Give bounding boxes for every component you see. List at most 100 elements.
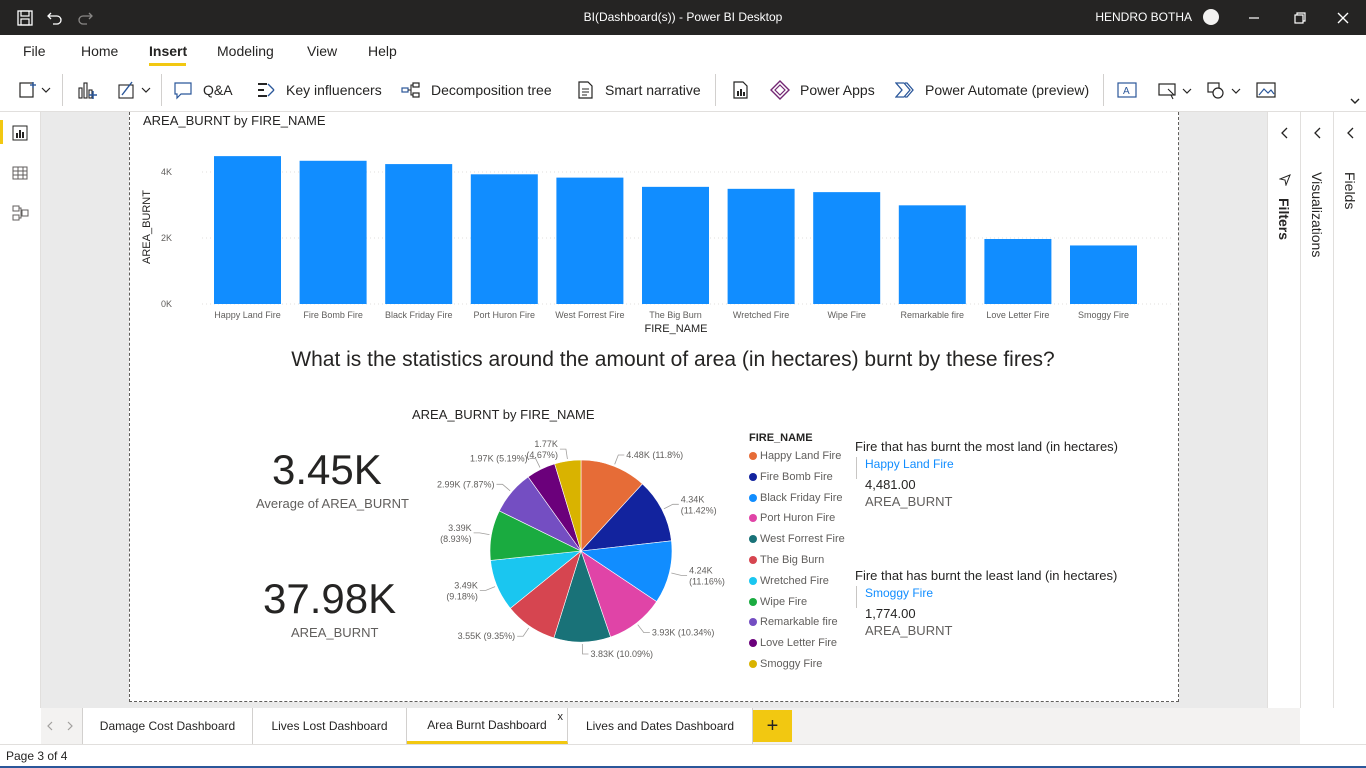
tab-close-icon[interactable]: x (558, 711, 564, 723)
pie-chart[interactable]: 4.48K (11.8%) 4.34K(11.42%) 4.24K(11.16%) 3… (420, 425, 740, 675)
most-burnt-fire-name[interactable]: Happy Land Fire (865, 457, 954, 471)
bar[interactable] (299, 160, 367, 304)
legend-item[interactable]: Wretched Fire (749, 574, 829, 588)
add-page-button[interactable]: + (753, 710, 792, 742)
bar[interactable] (470, 174, 538, 304)
model-view-icon[interactable] (11, 204, 29, 222)
smart-narrative-button[interactable]: Smart narrative (575, 78, 701, 102)
paginated-report-button[interactable] (730, 78, 750, 102)
power-apps-icon (770, 80, 790, 100)
bar[interactable] (385, 164, 453, 304)
qa-button[interactable]: Q&A (173, 78, 233, 102)
legend-item[interactable]: Love Letter Fire (749, 636, 837, 650)
bar[interactable] (984, 238, 1052, 304)
bar[interactable] (1070, 245, 1137, 304)
legend-item[interactable]: The Big Burn (749, 553, 824, 567)
legend-label: The Big Burn (760, 554, 825, 566)
menu-modeling[interactable]: Modeling (217, 43, 274, 59)
new-page-button[interactable] (18, 78, 52, 102)
key-influencers-button[interactable]: Key influencers (256, 78, 382, 102)
legend-item[interactable]: Smoggy Fire (749, 657, 822, 671)
tab-label: Lives Lost Dashboard (271, 719, 388, 733)
bar[interactable] (556, 177, 624, 304)
collapse-ribbon-icon[interactable] (1349, 96, 1361, 106)
pie-chart-title: AREA_BURNT by FIRE_NAME (412, 407, 595, 422)
legend-item[interactable]: Port Huron Fire (749, 511, 835, 525)
legend-item[interactable]: Wipe Fire (749, 595, 807, 609)
shapes-icon (1207, 82, 1241, 99)
avatar[interactable] (1203, 9, 1219, 25)
menu-home[interactable]: Home (81, 43, 118, 59)
pie-leader-line (671, 572, 688, 576)
tab-scroll-left-icon[interactable] (46, 721, 54, 731)
tab-damage-cost[interactable]: Damage Cost Dashboard (82, 708, 253, 744)
user-name[interactable]: HENDRO BOTHA (1095, 10, 1192, 24)
x-tick-label: Black Friday Fire (385, 310, 453, 320)
decomposition-tree-icon (401, 82, 420, 98)
pie-leader-line (663, 503, 679, 510)
report-view-icon[interactable] (11, 124, 29, 142)
tab-lives-and-dates[interactable]: Lives and Dates Dashboard (568, 708, 753, 744)
more-visuals-button[interactable] (116, 78, 152, 102)
text-box-button[interactable]: A (1116, 78, 1138, 102)
view-switcher (0, 112, 41, 708)
status-bar: Page 3 of 4 (0, 744, 1366, 768)
legend-item[interactable]: Black Friday Fire (749, 491, 843, 505)
chevron-left-icon[interactable] (1346, 126, 1356, 140)
chevron-left-icon[interactable] (1313, 126, 1323, 140)
menu-help[interactable]: Help (368, 43, 397, 59)
menu-insert[interactable]: Insert (149, 43, 187, 59)
data-view-icon[interactable] (11, 164, 29, 182)
legend-label: Wipe Fire (760, 595, 808, 608)
pie-data-label: 1.77K (534, 439, 558, 449)
shapes-button[interactable] (1206, 78, 1244, 102)
legend-label: Port Huron Fire (760, 512, 836, 525)
legend-item[interactable]: Happy Land Fire (749, 449, 841, 463)
minimize-icon[interactable] (1245, 9, 1263, 27)
paginated-report-icon (733, 81, 748, 99)
page-indicator: Page 3 of 4 (6, 749, 68, 763)
pie-data-label: (4.67%) (526, 450, 558, 460)
visualizations-pane[interactable]: Visualizations (1300, 112, 1333, 708)
bar[interactable] (813, 192, 881, 304)
new-visual-button[interactable] (76, 78, 98, 102)
legend-marker (749, 576, 757, 585)
bar-chart-ylabel: AREA_BURNT (141, 190, 153, 264)
decomposition-tree-button[interactable]: Decomposition tree (401, 78, 552, 102)
bar[interactable] (642, 186, 709, 304)
y-tick-label: 0K (161, 299, 172, 309)
buttons-icon (1158, 83, 1192, 100)
filters-pane[interactable]: Filters (1267, 112, 1300, 708)
legend-item[interactable]: Remarkable fire (749, 615, 838, 629)
legend-marker (749, 493, 757, 502)
close-icon[interactable] (1334, 9, 1352, 27)
x-tick-label: The Big Burn (649, 310, 702, 320)
legend-item[interactable]: West Forrest Fire (749, 532, 845, 546)
menu-file[interactable]: File (23, 43, 46, 59)
buttons-button[interactable] (1157, 78, 1195, 102)
image-button[interactable] (1255, 78, 1277, 102)
fields-pane[interactable]: Fields (1333, 112, 1366, 708)
pie-data-label: 2.99K (7.87%) (437, 479, 495, 489)
menu-active-indicator (149, 63, 186, 66)
restore-icon[interactable] (1291, 9, 1309, 27)
power-automate-button[interactable]: Power Automate (preview) (895, 78, 1089, 102)
least-burnt-fire-name[interactable]: Smoggy Fire (865, 586, 933, 600)
menu-view[interactable]: View (307, 43, 337, 59)
qa-label: Q&A (203, 82, 233, 98)
tab-scroll-right-icon[interactable] (66, 721, 74, 731)
tab-area-burnt[interactable]: Area Burnt Dashboard x (407, 708, 568, 744)
average-area-card-value: 3.45K (272, 446, 382, 493)
x-tick-label: Happy Land Fire (214, 310, 281, 320)
bar[interactable] (214, 156, 281, 304)
chevron-left-icon[interactable] (1280, 126, 1290, 140)
pie-leader-line (581, 643, 589, 655)
power-apps-button[interactable]: Power Apps (770, 78, 875, 102)
legend-marker (749, 618, 757, 627)
legend-item[interactable]: Fire Bomb Fire (749, 470, 833, 484)
bar[interactable] (727, 188, 795, 304)
tab-lives-lost[interactable]: Lives Lost Dashboard (253, 708, 407, 744)
bar[interactable] (898, 205, 966, 304)
bar-chart[interactable]: AREA_BURNT FIRE_NAME 0K 2K 4K Happy Land… (140, 132, 1180, 342)
smart-narrative-label: Smart narrative (605, 82, 701, 98)
